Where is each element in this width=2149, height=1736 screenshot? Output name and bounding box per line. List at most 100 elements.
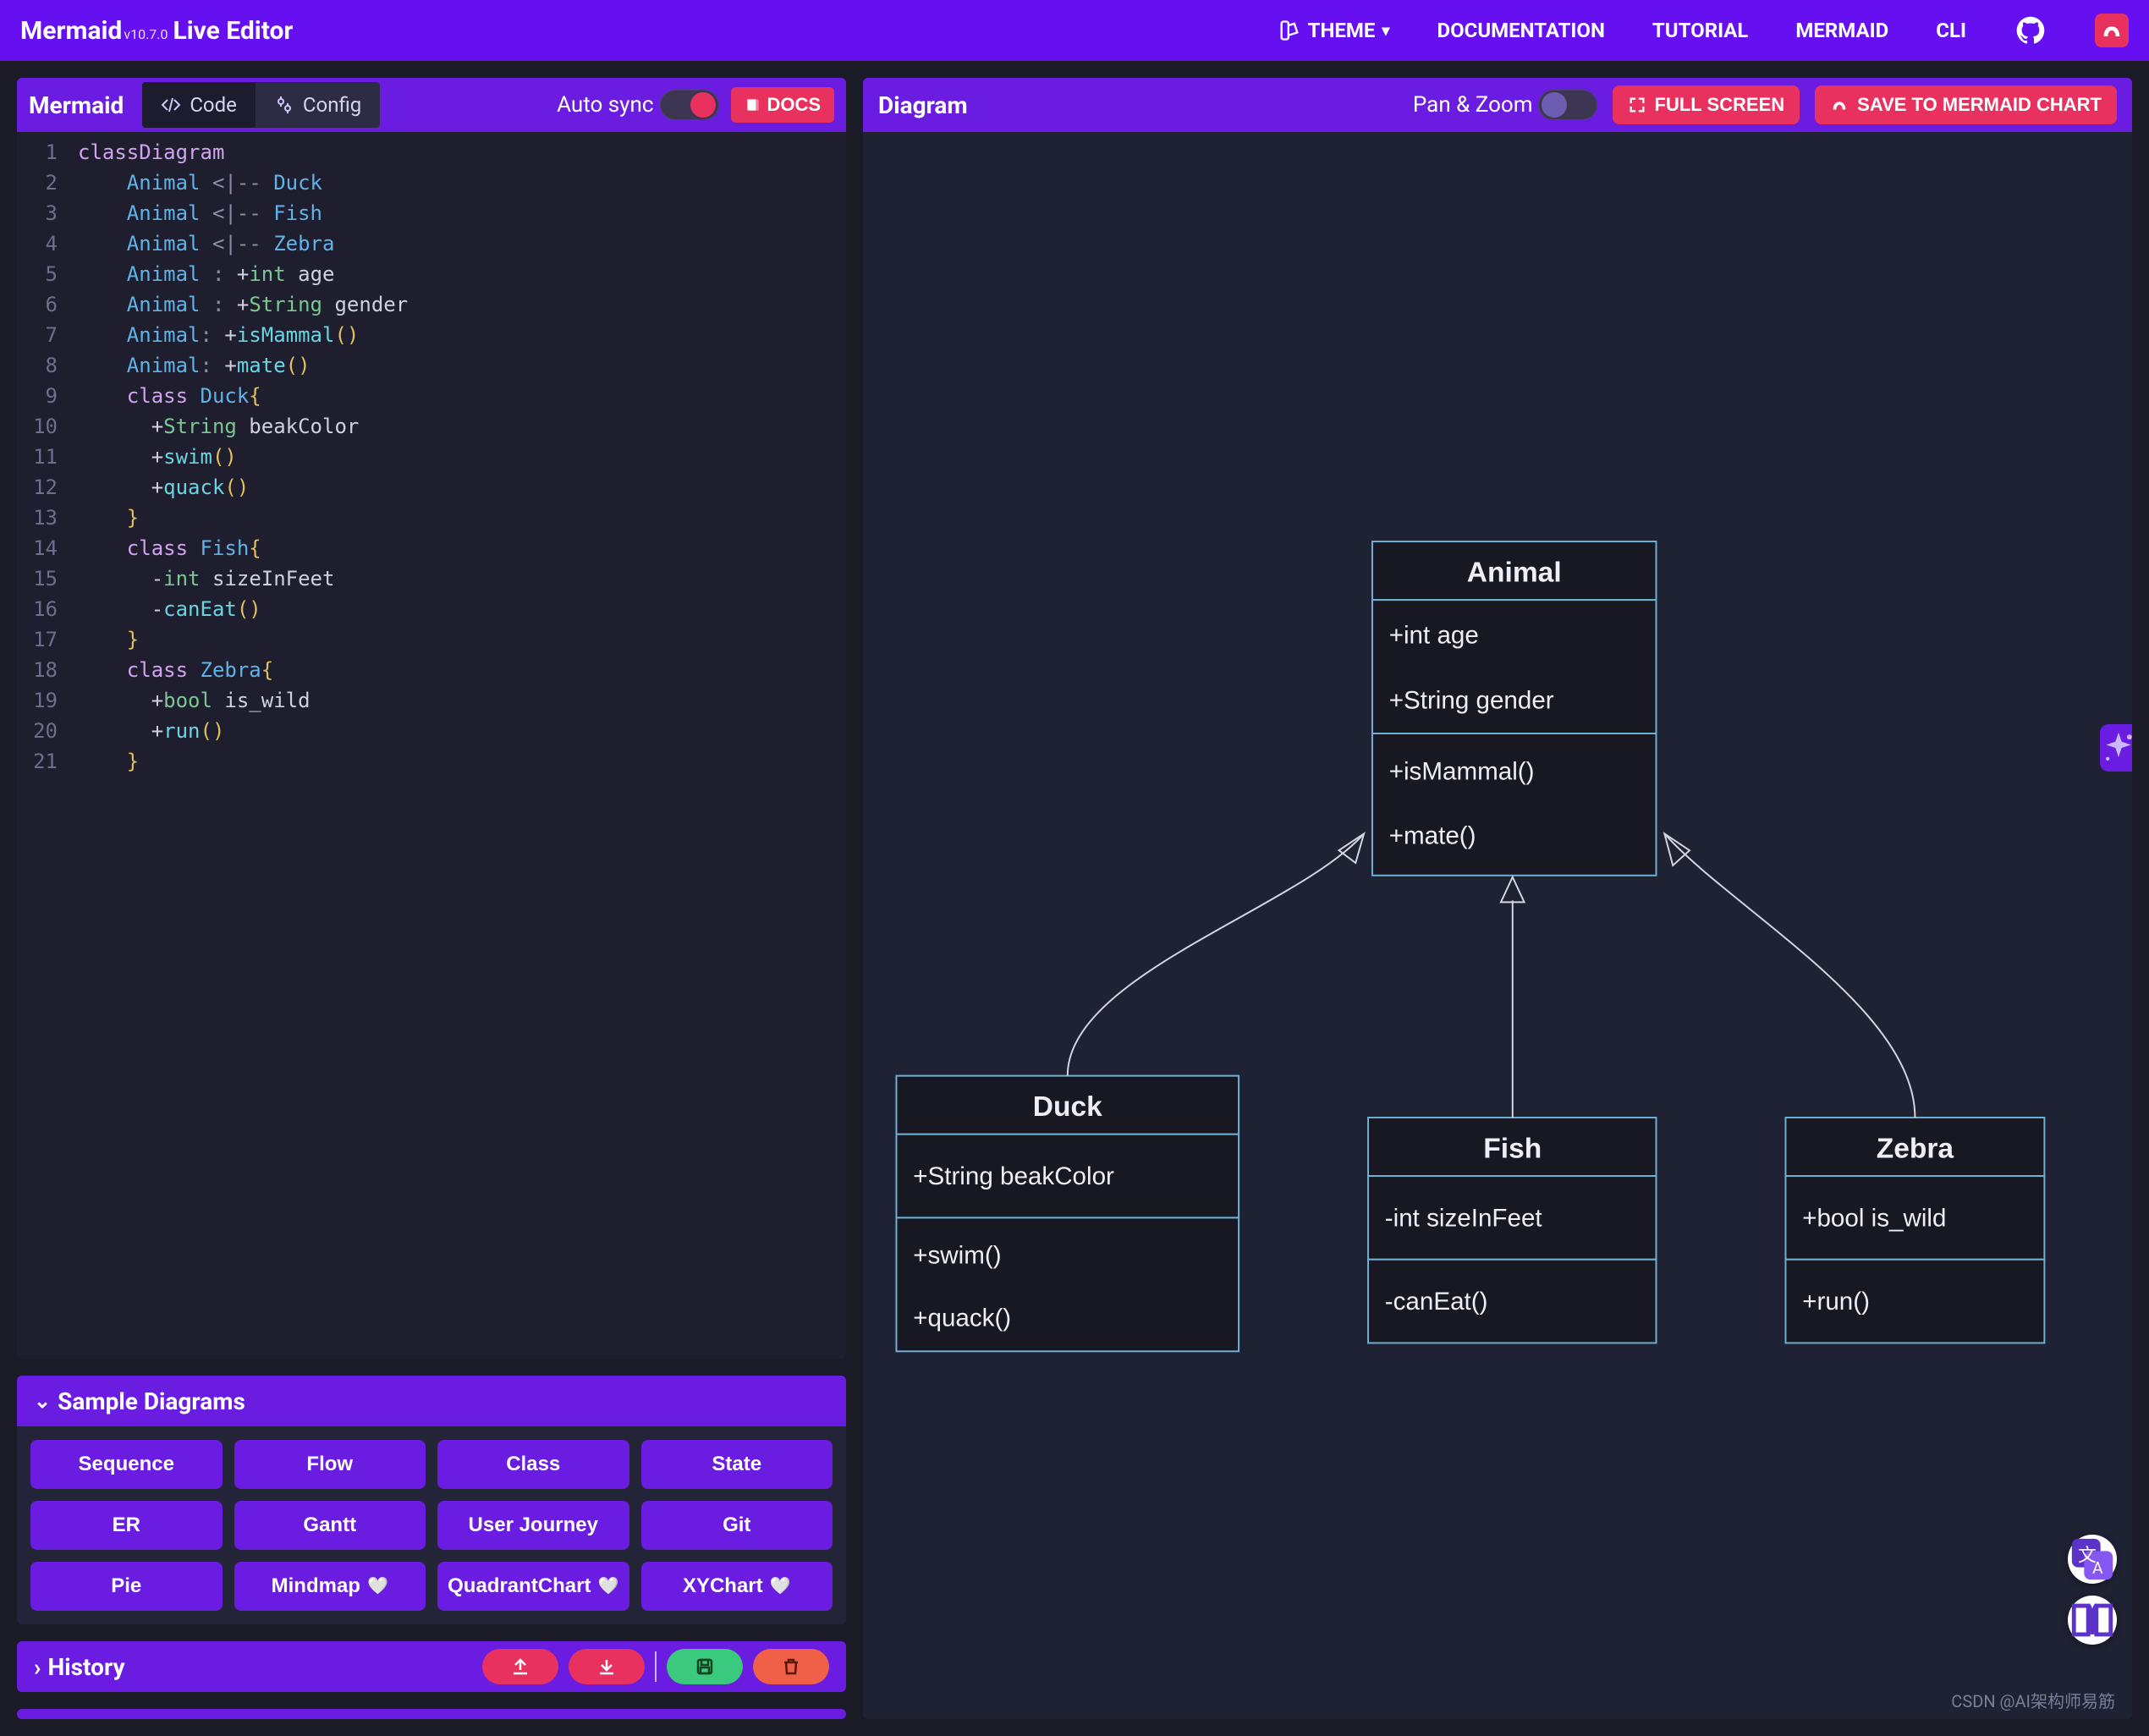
open-book-icon: [2068, 1596, 2117, 1645]
tab-config[interactable]: Config: [256, 82, 380, 128]
nav-tutorial[interactable]: TUTORIAL: [1652, 19, 1749, 42]
sample-user-journey[interactable]: User Journey: [437, 1501, 629, 1550]
svg-text:+quack(): +quack(): [913, 1305, 1011, 1332]
sample-flow[interactable]: Flow: [234, 1440, 426, 1489]
editor-head: Mermaid Code Config Auto sync DOCS: [17, 78, 846, 132]
gear-icon: [274, 95, 294, 115]
float-lang-button[interactable]: 文A: [2068, 1535, 2117, 1584]
upload-icon: [510, 1656, 530, 1677]
theme-dropdown[interactable]: THEME ▾: [1278, 19, 1390, 42]
history-header[interactable]: › History: [17, 1641, 846, 1692]
trash-icon: [781, 1656, 801, 1677]
svg-text:+isMammal(): +isMammal(): [1389, 757, 1535, 785]
line-gutter: 123456789101112131415161718192021: [17, 132, 68, 1359]
code-area[interactable]: classDiagram Animal <|-- Duck Animal <|-…: [68, 132, 408, 1359]
sample-diagrams-panel: ⌄ Sample Diagrams SequenceFlowClassState…: [17, 1376, 846, 1624]
sample-class[interactable]: Class: [437, 1440, 629, 1489]
tab-config-label: Config: [303, 93, 361, 117]
sample-diagrams-header[interactable]: ⌄ Sample Diagrams: [17, 1376, 846, 1426]
history-actions: [482, 1649, 829, 1684]
tab-code[interactable]: Code: [142, 82, 256, 128]
diagram-title: Diagram: [878, 91, 968, 119]
disk-icon: [695, 1656, 715, 1677]
pan-zoom-toggle[interactable]: [1538, 90, 1597, 120]
book-icon: [745, 96, 761, 113]
class-fish: Fish -int sizeInFeet -canEat(): [1368, 1118, 1656, 1343]
sample-xychart[interactable]: XYChart🤍: [641, 1562, 833, 1611]
save-chart-button[interactable]: SAVE TO MERMAID CHART: [1815, 85, 2117, 124]
svg-text:+swim(): +swim(): [913, 1242, 1001, 1270]
nav-documentation[interactable]: DOCUMENTATION: [1437, 19, 1604, 42]
svg-text:Fish: Fish: [1483, 1133, 1542, 1164]
editor-tabs: Code Config: [142, 82, 380, 128]
logo-sub: Live Editor: [173, 16, 293, 46]
class-duck: Duck +String beakColor +swim() +quack(): [896, 1076, 1239, 1352]
svg-text:Animal: Animal: [1467, 557, 1562, 588]
autosync-toggle[interactable]: [660, 90, 719, 120]
fullscreen-label: FULL SCREEN: [1655, 94, 1785, 116]
nav-mermaid[interactable]: MERMAID: [1795, 19, 1888, 42]
sample-gantt[interactable]: Gantt: [234, 1501, 426, 1550]
float-docs-button[interactable]: [2068, 1596, 2117, 1645]
top-nav: THEME ▾ DOCUMENTATION TUTORIAL MERMAID C…: [1278, 14, 2129, 47]
sample-git[interactable]: Git: [641, 1501, 833, 1550]
svg-text:Duck: Duck: [1033, 1091, 1102, 1123]
pan-zoom: Pan & Zoom: [1413, 90, 1597, 120]
sample-sequence[interactable]: Sequence: [30, 1440, 223, 1489]
heart-icon: 🤍: [597, 1577, 618, 1596]
logo-version: v10.7.0: [124, 26, 168, 42]
editor-panel: Mermaid Code Config Auto sync DOCS: [17, 78, 846, 1359]
pan-zoom-label: Pan & Zoom: [1413, 92, 1533, 118]
svg-text:+bool is_wild: +bool is_wild: [1802, 1204, 1946, 1232]
diagram-head: Diagram Pan & Zoom FULL SCREEN SAVE TO M…: [863, 78, 2132, 132]
chevron-down-icon: ▾: [1382, 22, 1389, 40]
sample-title: Sample Diagrams: [58, 1387, 245, 1415]
autosync-label: Auto sync: [557, 92, 653, 118]
fullscreen-button[interactable]: FULL SCREEN: [1613, 85, 1800, 124]
topbar: Mermaid v10.7.0 Live Editor THEME ▾ DOCU…: [0, 0, 2149, 61]
save-button[interactable]: [667, 1649, 743, 1684]
ai-sparkle-button[interactable]: [2100, 724, 2132, 772]
sample-pie[interactable]: Pie: [30, 1562, 223, 1611]
editor-title: Mermaid: [29, 91, 124, 119]
autosync: Auto sync: [557, 90, 719, 120]
code-editor[interactable]: 123456789101112131415161718192021 classD…: [17, 132, 846, 1359]
swatch-icon: [1278, 19, 1301, 42]
save-chart-label: SAVE TO MERMAID CHART: [1857, 94, 2102, 116]
svg-text:+String gender: +String gender: [1389, 686, 1554, 714]
svg-text:+mate(): +mate(): [1389, 821, 1476, 849]
diagram-area[interactable]: Animal +int age +String gender +isMammal…: [863, 132, 2132, 1719]
svg-text:+int age: +int age: [1389, 621, 1479, 649]
sample-state[interactable]: State: [641, 1440, 833, 1489]
github-icon[interactable]: [2014, 14, 2047, 47]
chevron-down-icon: ⌄: [34, 1389, 51, 1413]
svg-text:-canEat(): -canEat(): [1385, 1288, 1488, 1316]
nav-cli[interactable]: CLI: [1936, 19, 1966, 42]
upload-button[interactable]: [482, 1649, 558, 1684]
docs-button[interactable]: DOCS: [731, 87, 834, 123]
download-icon: [596, 1656, 617, 1677]
chevron-right-icon: ›: [34, 1653, 41, 1681]
svg-text:-int sizeInFeet: -int sizeInFeet: [1385, 1204, 1542, 1232]
sample-grid: SequenceFlowClassState ERGanttUser Journe…: [17, 1426, 846, 1624]
sample-quadrantchart[interactable]: QuadrantChart🤍: [437, 1562, 629, 1611]
class-diagram-svg: Animal +int age +String gender +isMammal…: [863, 132, 2132, 1719]
sample-er[interactable]: ER: [30, 1501, 223, 1550]
delete-button[interactable]: [753, 1649, 829, 1684]
heart-icon: 🤍: [770, 1577, 791, 1596]
theme-label: THEME: [1308, 19, 1376, 42]
svg-text:A: A: [2092, 1558, 2103, 1578]
class-animal: Animal +int age +String gender +isMammal…: [1372, 541, 1657, 876]
watermark: CSDN @AI架构师易筋: [1951, 1688, 2115, 1712]
logo[interactable]: Mermaid v10.7.0 Live Editor: [20, 16, 293, 46]
docs-label: DOCS: [767, 94, 821, 116]
download-button[interactable]: [569, 1649, 645, 1684]
tab-code-label: Code: [190, 93, 237, 117]
diagram-panel: Diagram Pan & Zoom FULL SCREEN SAVE TO M…: [863, 78, 2132, 1719]
svg-text:+String beakColor: +String beakColor: [913, 1162, 1114, 1190]
sample-mindmap[interactable]: Mindmap🤍: [234, 1562, 426, 1611]
mermaid-badge-icon[interactable]: [2095, 14, 2129, 47]
svg-text:+run(): +run(): [1802, 1288, 1870, 1316]
svg-text:Zebra: Zebra: [1877, 1133, 1954, 1164]
actions-strip[interactable]: [17, 1709, 846, 1719]
